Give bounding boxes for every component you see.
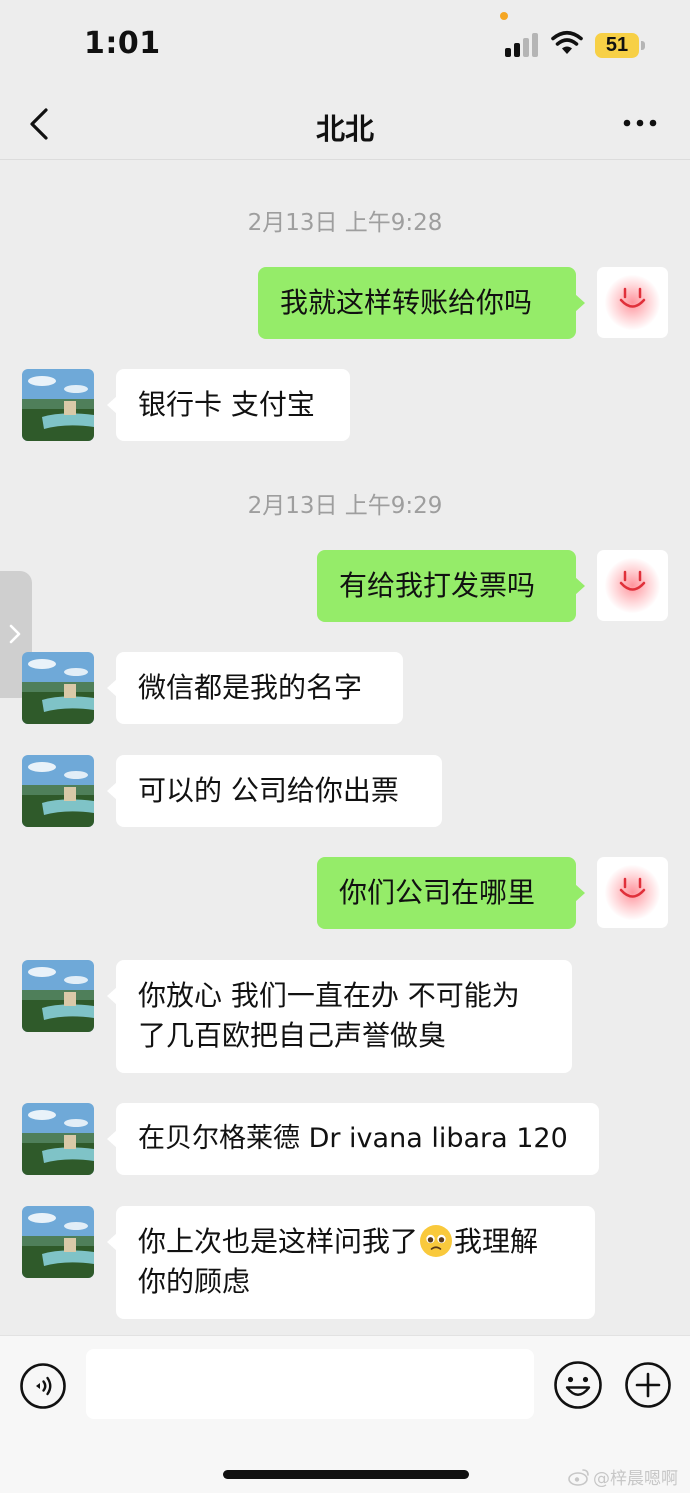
more-icon[interactable] — [620, 106, 660, 140]
message-bubble-sent[interactable]: 有给我打发票吗 — [317, 550, 585, 622]
message-bubble-received[interactable]: 微信都是我的名字 — [107, 652, 403, 724]
signal-icon — [505, 33, 541, 57]
contact-avatar[interactable] — [22, 1206, 94, 1278]
message-bubble-received[interactable]: 你上次也是这样问我了 我理解 你的顾虑 — [107, 1206, 595, 1319]
contact-avatar[interactable] — [22, 652, 94, 724]
message-bubble-received[interactable]: 银行卡 支付宝 — [107, 369, 350, 441]
battery-icon: 51 — [595, 33, 639, 58]
contact-avatar[interactable] — [22, 960, 94, 1032]
contact-avatar[interactable] — [22, 755, 94, 827]
chevron-right-icon — [9, 624, 21, 644]
voice-icon[interactable] — [19, 1362, 67, 1410]
home-indicator[interactable] — [223, 1470, 469, 1479]
message-text: 你上次也是这样问我了 — [138, 1225, 419, 1258]
message-line: 你放心 我们一直在办 不可能为 — [138, 979, 520, 1012]
landscape-avatar-image — [22, 1103, 94, 1175]
message-bubble-received[interactable]: 你放心 我们一直在办 不可能为 了几百欧把自己声誉做臭 — [107, 960, 572, 1073]
message-bubble-sent[interactable]: 我就这样转账给你吗 — [258, 267, 585, 339]
battery-tip — [641, 41, 645, 50]
message-line: 你的顾虑 — [138, 1265, 251, 1298]
weibo-logo-icon — [568, 1468, 589, 1486]
status-time: 1:01 — [84, 26, 161, 61]
landscape-avatar-image — [22, 755, 94, 827]
smile-icon — [619, 877, 646, 898]
pleading-face-emoji-icon — [420, 1225, 453, 1257]
plus-icon[interactable] — [624, 1361, 672, 1409]
my-avatar[interactable] — [597, 857, 668, 928]
privacy-indicator-dot — [500, 12, 508, 20]
landscape-avatar-image — [22, 652, 94, 724]
watermark: @梓晨嗯啊 — [568, 1464, 678, 1489]
landscape-avatar-image — [22, 1206, 94, 1278]
watermark-text: @梓晨嗯啊 — [593, 1469, 678, 1489]
message-timestamp: 2月13日 上午9:28 — [247, 210, 443, 236]
message-text: 我理解 — [454, 1225, 539, 1258]
chat-header: 北北 — [0, 92, 690, 160]
my-avatar[interactable] — [597, 550, 668, 621]
message-line: 你上次也是这样问我了 我理解 — [138, 1222, 573, 1262]
status-bar: 1:01 51 — [0, 0, 690, 92]
message-bubble-sent[interactable]: 你们公司在哪里 — [317, 857, 585, 929]
message-line: 了几百欧把自己声誉做臭 — [138, 1019, 447, 1052]
message-timestamp: 2月13日 上午9:29 — [247, 493, 443, 519]
message-input[interactable] — [86, 1349, 534, 1419]
contact-avatar[interactable] — [22, 369, 94, 441]
message-bubble-received[interactable]: 在贝尔格莱德 Dr ivana libara 120 — [107, 1103, 599, 1175]
wifi-icon — [551, 30, 583, 54]
landscape-avatar-image — [22, 369, 94, 441]
emoji-icon[interactable] — [553, 1360, 603, 1410]
smile-icon — [619, 570, 646, 591]
landscape-avatar-image — [22, 960, 94, 1032]
chat-title: 北北 — [315, 112, 374, 146]
my-avatar[interactable] — [597, 267, 668, 338]
contact-avatar[interactable] — [22, 1103, 94, 1175]
smile-icon — [619, 287, 646, 308]
message-bubble-received[interactable]: 可以的 公司给你出票 — [107, 755, 442, 827]
